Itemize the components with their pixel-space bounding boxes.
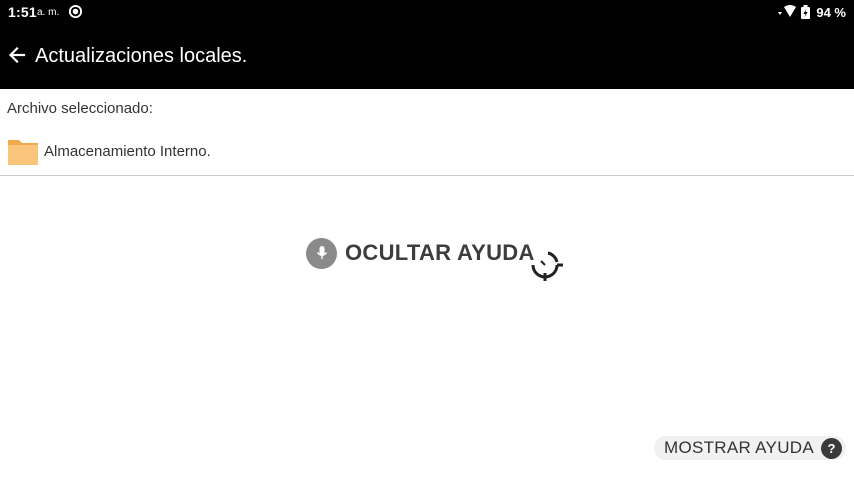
selected-file-label: Archivo seleccionado: bbox=[7, 100, 153, 117]
show-help-button[interactable]: MOSTRAR AYUDA ? bbox=[654, 436, 846, 460]
page-title: Actualizaciones locales. bbox=[35, 45, 248, 67]
status-time: 1:51 bbox=[8, 4, 37, 20]
divider bbox=[0, 175, 854, 176]
battery-icon bbox=[801, 5, 811, 19]
show-help-label: MOSTRAR AYUDA bbox=[664, 438, 814, 457]
hide-help-label: OCULTAR AYUDA bbox=[345, 240, 535, 265]
microphone-icon bbox=[306, 237, 337, 269]
storage-label: Almacenamiento Interno. bbox=[44, 143, 211, 160]
help-icon: ? bbox=[821, 437, 842, 459]
storage-item-internal[interactable]: Almacenamiento Interno. bbox=[0, 132, 854, 174]
crosshair-icon bbox=[531, 251, 563, 281]
sync-icon bbox=[68, 4, 83, 19]
app-bar: Actualizaciones locales. bbox=[0, 24, 854, 89]
battery-percent: 94 % bbox=[816, 4, 846, 20]
status-right: 94 % bbox=[778, 4, 846, 20]
folder-icon bbox=[8, 140, 38, 165]
status-ampm: a. m. bbox=[37, 7, 60, 18]
back-arrow-icon[interactable] bbox=[7, 45, 27, 65]
hide-help-button[interactable]: OCULTAR AYUDA bbox=[306, 236, 535, 270]
wifi-icon bbox=[778, 5, 797, 17]
status-bar: 1:51 a. m. 94 % bbox=[0, 0, 854, 24]
